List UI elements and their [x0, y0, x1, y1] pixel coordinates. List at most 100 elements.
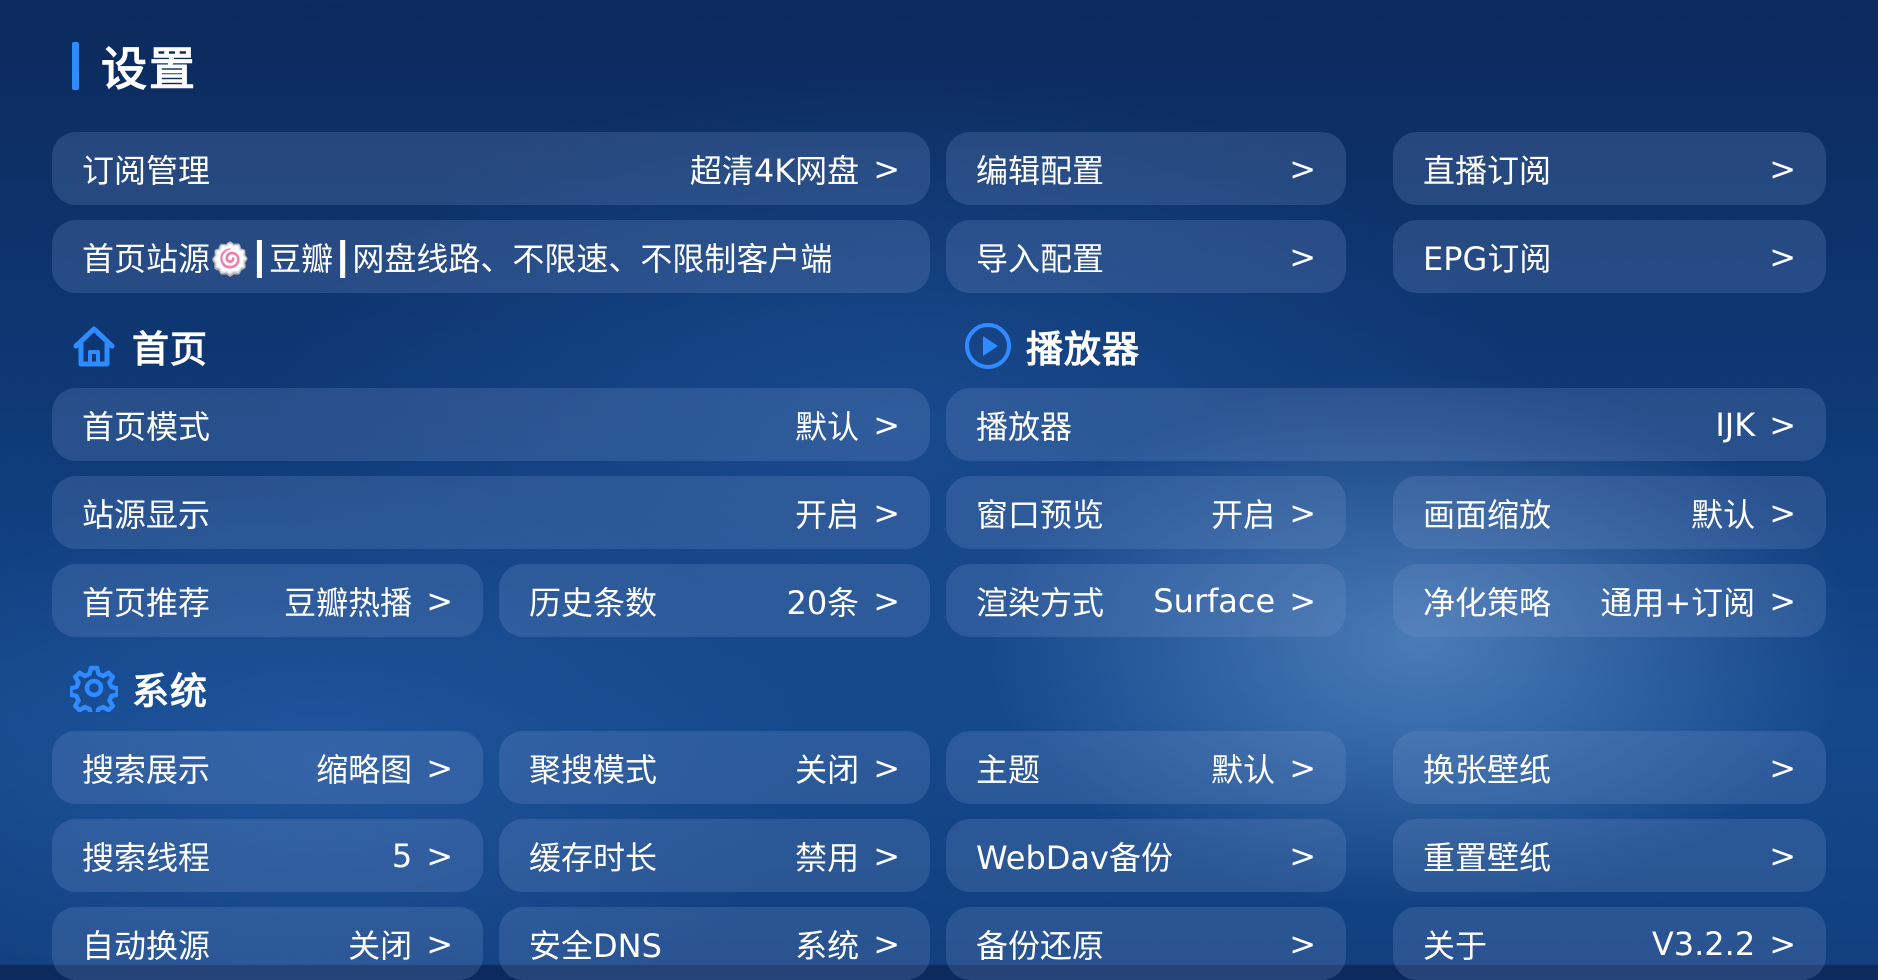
live-subscription-item[interactable]: 直播订阅 > — [1393, 132, 1826, 205]
item-label: 首页站源🍥┃豆瓣┃网盘线路、不限速、不限制客户端 — [82, 239, 833, 278]
video-scale-item[interactable]: 画面缩放 默认 > — [1393, 476, 1826, 549]
render-mode-item[interactable]: 渲染方式 Surface > — [946, 564, 1346, 637]
chevron-right-icon: > — [873, 836, 900, 875]
item-label: 首页推荐 — [82, 583, 211, 622]
item-label: 备份还原 — [976, 926, 1105, 965]
chevron-right-icon: > — [873, 493, 900, 532]
chevron-right-icon: > — [1769, 149, 1796, 188]
item-label: 导入配置 — [976, 239, 1105, 278]
theme-item[interactable]: 主题 默认 > — [946, 731, 1346, 804]
item-value: 关闭 — [795, 750, 860, 789]
secure-dns-item[interactable]: 安全DNS 系统 > — [499, 907, 930, 980]
reset-wallpaper-item[interactable]: 重置壁纸 > — [1393, 819, 1826, 892]
chevron-right-icon: > — [1289, 149, 1316, 188]
home-source-item[interactable]: 首页站源🍥┃豆瓣┃网盘线路、不限速、不限制客户端 — [52, 220, 930, 293]
item-value: 默认 — [795, 407, 860, 446]
chevron-right-icon: > — [1769, 405, 1796, 444]
chevron-right-icon: > — [873, 924, 900, 963]
item-value: 开启 — [795, 495, 860, 534]
auto-switch-source-item[interactable]: 自动换源 关闭 > — [52, 907, 483, 980]
section-title: 播放器 — [1026, 328, 1140, 371]
chevron-right-icon: > — [1769, 836, 1796, 875]
item-value: Surface — [1153, 581, 1276, 620]
item-label: 编辑配置 — [976, 151, 1105, 190]
item-label: EPG订阅 — [1423, 239, 1552, 278]
chevron-right-icon: > — [1769, 237, 1796, 276]
item-value: V3.2.2 — [1651, 924, 1756, 963]
history-count-item[interactable]: 历史条数 20条 > — [499, 564, 930, 637]
chevron-right-icon: > — [1289, 836, 1316, 875]
chevron-right-icon: > — [426, 581, 453, 620]
player-item[interactable]: 播放器 IJK > — [946, 388, 1826, 461]
chevron-right-icon: > — [873, 748, 900, 787]
item-label: 关于 — [1423, 926, 1488, 965]
epg-subscription-item[interactable]: EPG订阅 > — [1393, 220, 1826, 293]
item-label: 聚搜模式 — [529, 750, 658, 789]
window-preview-item[interactable]: 窗口预览 开启 > — [946, 476, 1346, 549]
edit-config-item[interactable]: 编辑配置 > — [946, 132, 1346, 205]
chevron-right-icon: > — [1289, 581, 1316, 620]
item-value: 关闭 — [348, 926, 413, 965]
item-value: 系统 — [795, 926, 860, 965]
home-recommend-item[interactable]: 首页推荐 豆瓣热播 > — [52, 564, 483, 637]
section-home: 首页 — [70, 320, 208, 372]
item-label: 播放器 — [976, 407, 1073, 446]
section-title: 系统 — [132, 670, 208, 713]
about-item[interactable]: 关于 V3.2.2 > — [1393, 907, 1826, 980]
chevron-right-icon: > — [873, 405, 900, 444]
gear-icon — [70, 664, 118, 712]
item-label: 重置壁纸 — [1423, 838, 1552, 877]
item-label: 主题 — [976, 750, 1041, 789]
item-value: 5 — [391, 836, 413, 875]
backup-restore-item[interactable]: 备份还原 > — [946, 907, 1346, 980]
item-label: 安全DNS — [529, 926, 662, 965]
item-label: 搜索线程 — [82, 838, 211, 877]
item-label: 渲染方式 — [976, 583, 1105, 622]
item-value: 豆瓣热播 — [284, 583, 413, 622]
aggregate-search-item[interactable]: 聚搜模式 关闭 > — [499, 731, 930, 804]
item-value: 开启 — [1211, 495, 1276, 534]
item-label: 画面缩放 — [1423, 495, 1552, 534]
home-icon — [70, 322, 118, 370]
section-system: 系统 — [70, 662, 208, 714]
item-label: 缓存时长 — [529, 838, 658, 877]
item-value: IJK — [1715, 405, 1756, 444]
search-threads-item[interactable]: 搜索线程 5 > — [52, 819, 483, 892]
search-display-item[interactable]: 搜索展示 缩略图 > — [52, 731, 483, 804]
source-display-item[interactable]: 站源显示 开启 > — [52, 476, 930, 549]
section-title: 首页 — [132, 328, 208, 371]
chevron-right-icon: > — [1769, 581, 1796, 620]
chevron-right-icon: > — [1289, 493, 1316, 532]
item-value: 默认 — [1211, 750, 1276, 789]
item-value: 禁用 — [795, 838, 860, 877]
item-label: 净化策略 — [1423, 583, 1552, 622]
import-config-item[interactable]: 导入配置 > — [946, 220, 1346, 293]
purify-strategy-item[interactable]: 净化策略 通用+订阅 > — [1393, 564, 1826, 637]
chevron-right-icon: > — [1289, 924, 1316, 963]
chevron-right-icon: > — [1769, 748, 1796, 787]
item-label: 窗口预览 — [976, 495, 1105, 534]
chevron-right-icon: > — [1769, 493, 1796, 532]
webdav-backup-item[interactable]: WebDav备份 > — [946, 819, 1346, 892]
home-mode-item[interactable]: 首页模式 默认 > — [52, 388, 930, 461]
item-value: 默认 — [1691, 495, 1756, 534]
chevron-right-icon: > — [1289, 748, 1316, 787]
item-value: 20条 — [786, 583, 860, 622]
item-label: 自动换源 — [82, 926, 211, 965]
subscription-manage-item[interactable]: 订阅管理 超清4K网盘 > — [52, 132, 930, 205]
change-wallpaper-item[interactable]: 换张壁纸 > — [1393, 731, 1826, 804]
chevron-right-icon: > — [873, 581, 900, 620]
item-label: 历史条数 — [529, 583, 658, 622]
item-label: 直播订阅 — [1423, 151, 1552, 190]
item-label: 订阅管理 — [82, 151, 211, 190]
cache-duration-item[interactable]: 缓存时长 禁用 > — [499, 819, 930, 892]
section-player: 播放器 — [964, 320, 1140, 372]
chevron-right-icon: > — [426, 836, 453, 875]
page-header: 设置 — [72, 40, 197, 96]
chevron-right-icon: > — [426, 748, 453, 787]
play-circle-icon — [964, 322, 1012, 370]
item-label: 换张壁纸 — [1423, 750, 1552, 789]
chevron-right-icon: > — [873, 149, 900, 188]
page-title: 设置 — [101, 42, 197, 96]
item-label: 搜索展示 — [82, 750, 211, 789]
